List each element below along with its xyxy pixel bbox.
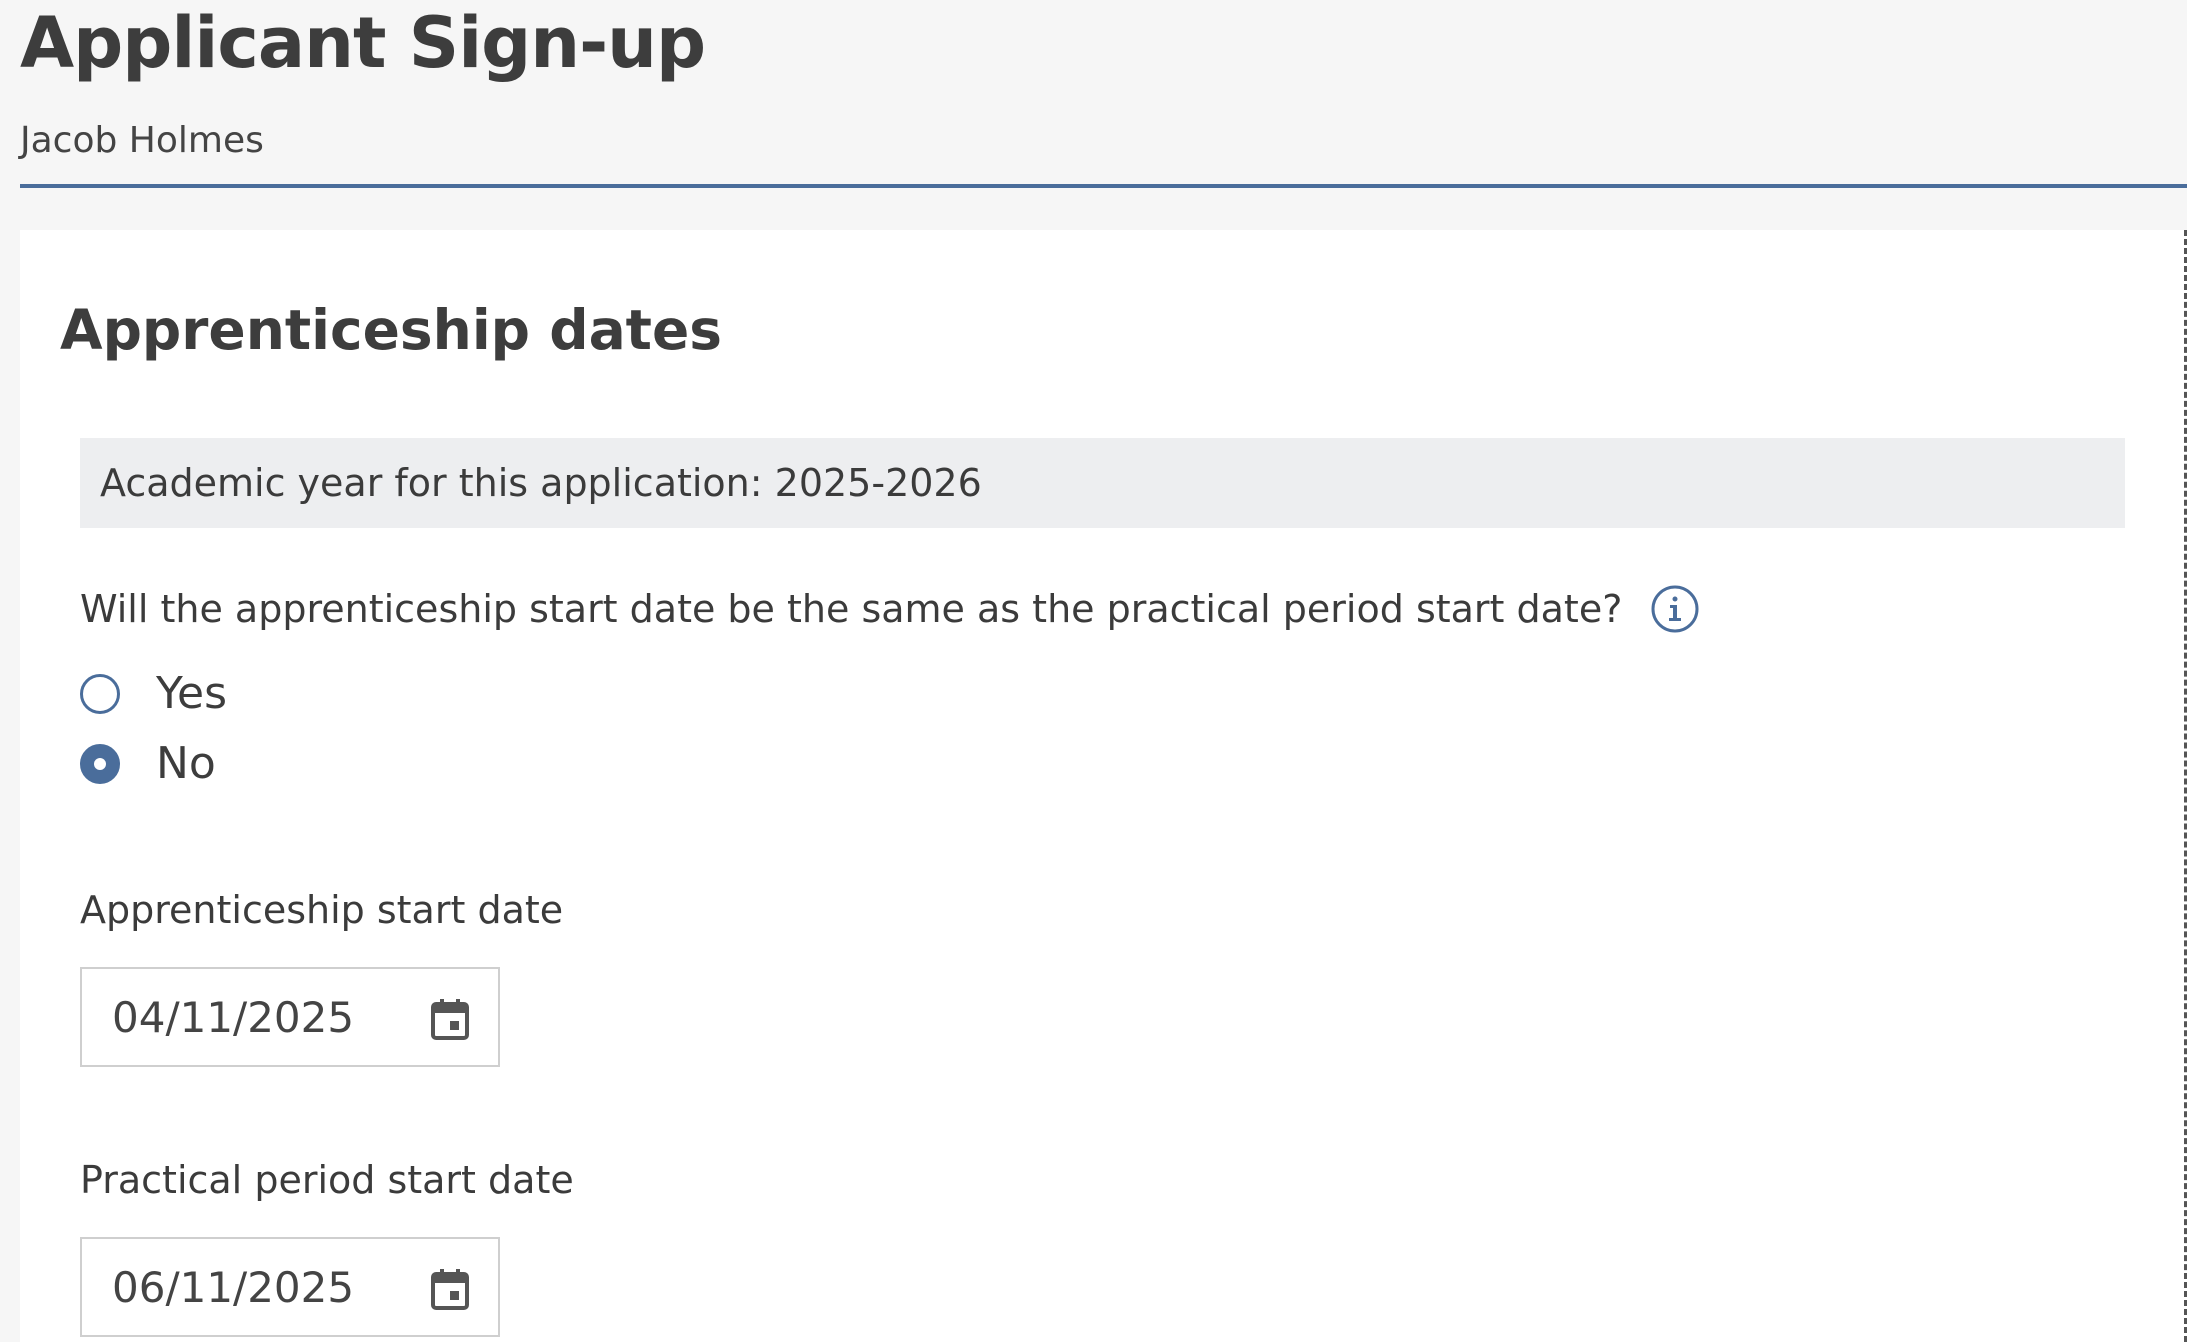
practical-period-start-date-input[interactable]: 06/11/2025 xyxy=(80,1237,500,1337)
radio-yes-label: Yes xyxy=(156,668,228,719)
calendar-icon[interactable] xyxy=(430,1267,470,1311)
radio-yes[interactable] xyxy=(80,673,120,714)
section-title: Apprenticeship dates xyxy=(60,298,723,362)
apprenticeship-start-date-value: 04/11/2025 xyxy=(112,992,355,1042)
apprenticeship-start-date-label: Apprenticeship start date xyxy=(80,888,564,932)
academic-year-banner: Academic year for this application: 2025… xyxy=(80,438,2125,528)
header-divider xyxy=(20,184,2187,188)
radio-option-yes[interactable]: Yes xyxy=(80,668,227,719)
apprenticeship-start-date-input[interactable]: 04/11/2025 xyxy=(80,967,500,1067)
calendar-icon[interactable] xyxy=(430,997,470,1041)
page-title: Applicant Sign-up xyxy=(20,2,706,84)
info-icon[interactable] xyxy=(1650,584,1700,634)
radio-no-label: No xyxy=(156,738,216,789)
radio-no[interactable] xyxy=(80,743,120,784)
page-header: Applicant Sign-up Jacob Holmes xyxy=(20,0,2187,190)
practical-period-start-date-label: Practical period start date xyxy=(80,1158,574,1202)
practical-period-start-date-value: 06/11/2025 xyxy=(112,1262,355,1312)
radio-option-no[interactable]: No xyxy=(80,738,216,789)
question-text: Will the apprenticeship start date be th… xyxy=(80,587,1623,631)
user-name: Jacob Holmes xyxy=(20,120,264,161)
same-start-date-question: Will the apprenticeship start date be th… xyxy=(80,584,1700,634)
